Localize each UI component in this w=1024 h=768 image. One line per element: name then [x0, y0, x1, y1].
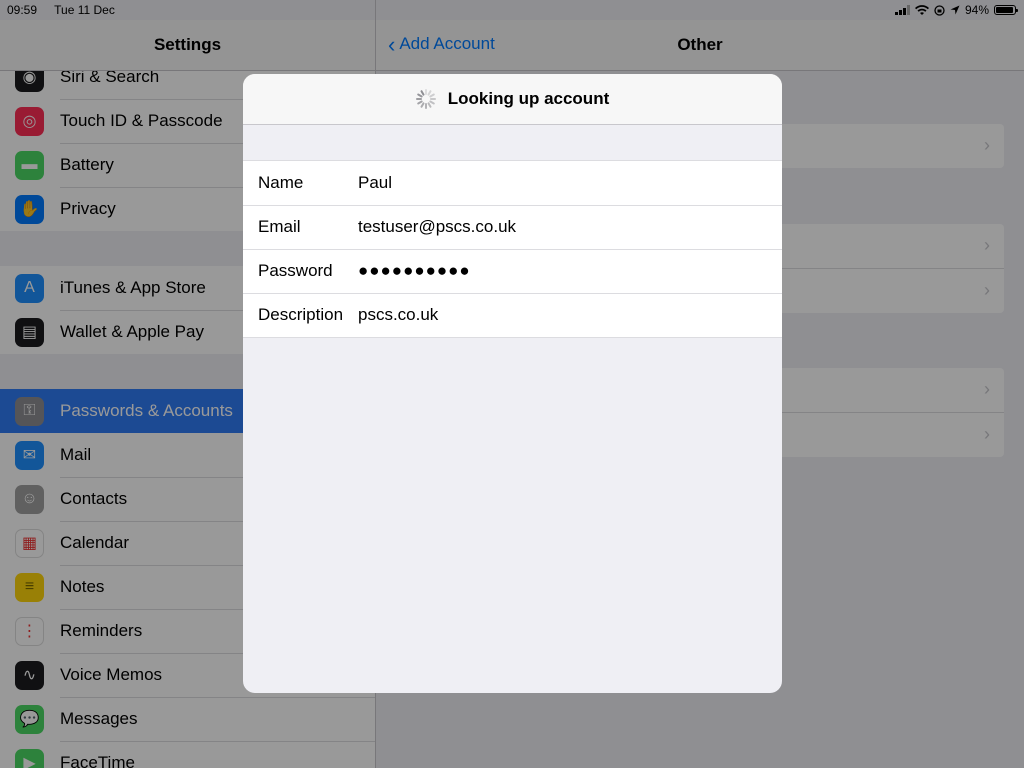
email-label: Email [258, 217, 301, 236]
description-row: Description pscs.co.uk [243, 293, 782, 337]
name-row: Name Paul [243, 161, 782, 205]
email-field[interactable]: testuser@pscs.co.uk [358, 217, 516, 237]
activity-spinner-icon [415, 89, 436, 109]
modal-header: Looking up account [243, 74, 782, 125]
name-field[interactable]: Paul [358, 173, 392, 193]
account-lookup-modal: Looking up account Name Paul Email testu… [243, 74, 782, 693]
account-form: Name Paul Email testuser@pscs.co.uk Pass… [243, 160, 782, 338]
description-label: Description [258, 305, 344, 324]
modal-title: Looking up account [447, 89, 610, 108]
password-field[interactable]: ●●●●●●●●●● [358, 261, 471, 281]
password-row: Password ●●●●●●●●●● [243, 249, 782, 293]
email-row: Email testuser@pscs.co.uk [243, 205, 782, 249]
description-field[interactable]: pscs.co.uk [358, 305, 438, 325]
password-label: Password [258, 261, 333, 280]
name-label: Name [258, 173, 304, 192]
